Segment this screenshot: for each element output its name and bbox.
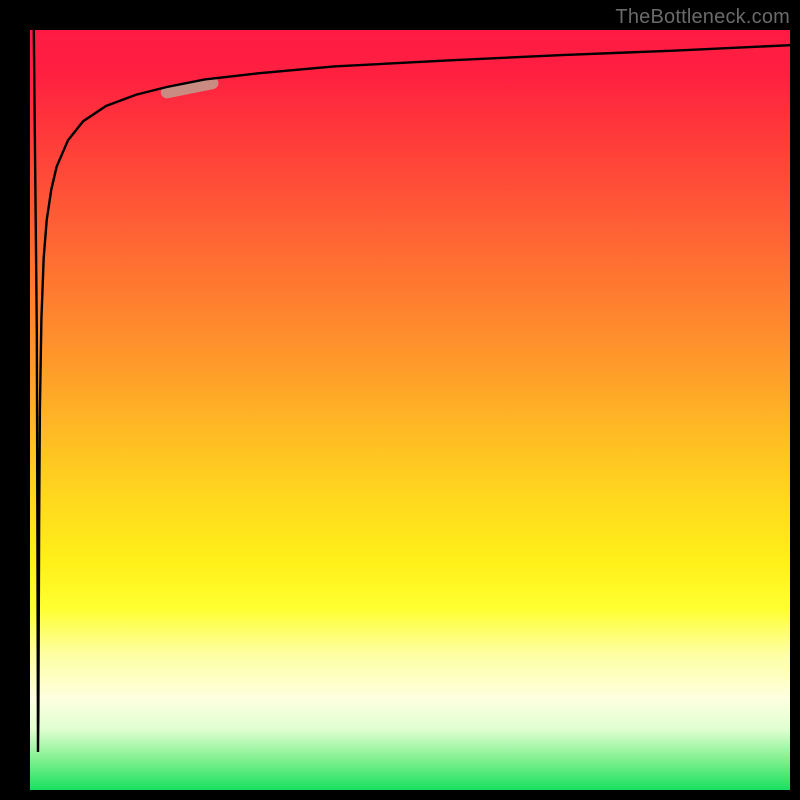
- chart-frame: TheBottleneck.com: [0, 0, 800, 800]
- plot-background-gradient: [30, 30, 790, 790]
- watermark-text: TheBottleneck.com: [615, 6, 790, 29]
